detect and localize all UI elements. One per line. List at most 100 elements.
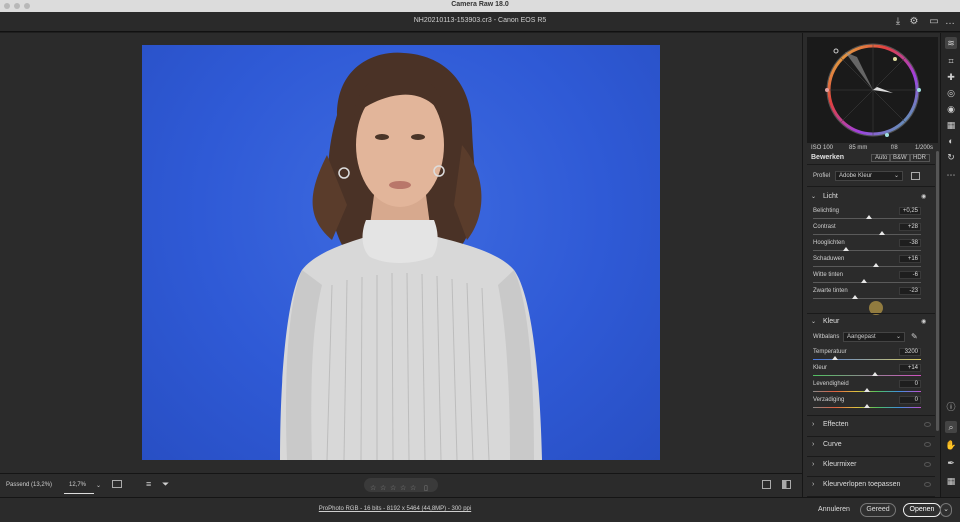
slider-thumb[interactable] (872, 263, 879, 267)
star-icon[interactable]: ☆ (400, 484, 406, 492)
slider-track[interactable] (813, 266, 921, 267)
collapsed-section[interactable]: › Kleurmixer (807, 457, 935, 475)
slider-value-field[interactable]: 3200 (899, 348, 921, 356)
chevron-right-icon[interactable]: › (812, 441, 814, 448)
tool-strip: ≋ ⌗ ✚ ◎ ◉ ▦ ◐ ↻ ⋯ ⓘ ⌕ ✋ ✒ ▦ (940, 33, 960, 497)
split-view-icon[interactable] (782, 480, 791, 489)
zoom-dropdown-icon[interactable]: ⌄ (96, 482, 101, 489)
edit-tool-icon[interactable]: ≋ (945, 37, 957, 49)
slider-thumb[interactable] (860, 279, 867, 283)
slider-thumb[interactable] (864, 404, 870, 408)
slider-value-field[interactable]: -6 (899, 271, 921, 279)
done-button[interactable]: Gereed (860, 503, 896, 517)
save-icon[interactable]: ⤓ (892, 16, 904, 28)
open-options-button[interactable]: ⌄ (940, 503, 952, 517)
eye-icon[interactable] (924, 442, 931, 447)
slider-thumb[interactable] (879, 231, 886, 235)
section-title[interactable]: Kleurverlopen toepassen (823, 481, 900, 488)
section-title[interactable]: Effecten (823, 421, 849, 428)
slider-label: Temperatuur (813, 349, 847, 355)
section-title[interactable]: Curve (823, 441, 842, 448)
slider-value-field[interactable]: +0,25 (899, 207, 921, 215)
chevron-down-icon: ⌄ (893, 173, 899, 179)
slider-thumb[interactable] (831, 356, 838, 360)
frame-icon[interactable] (112, 480, 122, 488)
history-icon[interactable]: ↻ (945, 151, 957, 163)
slider-track[interactable] (813, 359, 921, 360)
photo-preview[interactable] (142, 45, 660, 460)
slider-value-field[interactable]: +16 (899, 255, 921, 263)
light-section-title[interactable]: Licht (823, 193, 838, 200)
sort-icon[interactable]: ≡ (146, 479, 151, 489)
chevron-down-icon[interactable]: ⌄ (811, 318, 816, 325)
redeye-icon[interactable]: ◉ (945, 103, 957, 115)
presets-icon[interactable]: ▦ (945, 119, 957, 131)
eye-icon[interactable]: ◉ (921, 193, 926, 200)
grid-icon[interactable]: ▦ (945, 475, 957, 487)
slider-thumb[interactable] (852, 295, 859, 299)
slider-value-field[interactable]: -38 (899, 239, 921, 247)
slider-thumb[interactable] (843, 247, 850, 251)
wb-value: Aangepast (847, 334, 876, 340)
eye-icon[interactable] (924, 482, 931, 487)
star-icon[interactable]: ☆ (410, 484, 416, 492)
slider-track[interactable] (813, 298, 921, 299)
fullscreen-icon[interactable]: ▭ (928, 16, 940, 28)
profile-select[interactable]: Adobe Kleur ⌄ (835, 171, 903, 181)
slider-value-field[interactable]: 0 (899, 396, 921, 404)
mask-icon[interactable]: ◎ (945, 87, 957, 99)
star-icon[interactable]: ☆ (390, 484, 396, 492)
slider-track[interactable] (813, 282, 921, 283)
chevron-right-icon[interactable]: › (812, 421, 814, 428)
crop-icon[interactable]: ⌗ (945, 55, 957, 67)
image-canvas[interactable] (0, 33, 802, 473)
chevron-right-icon[interactable]: › (812, 481, 814, 488)
slider-value-field[interactable]: 0 (899, 380, 921, 388)
eye-icon[interactable] (924, 462, 931, 467)
more-icon[interactable]: ⋯ (945, 169, 957, 181)
cancel-button[interactable]: Annuleren (814, 503, 854, 517)
eye-icon[interactable] (924, 422, 931, 427)
bw-button[interactable]: B&W (889, 154, 911, 162)
collapsed-section[interactable]: › Curve (807, 437, 935, 455)
snapshots-icon[interactable]: ◐ (945, 135, 957, 147)
open-button[interactable]: Openen (903, 503, 941, 517)
section-title[interactable]: Kleurmixer (823, 461, 856, 468)
trash-icon[interactable]: ▯ (424, 484, 428, 492)
slider-thumb[interactable] (871, 372, 878, 376)
more-options-icon[interactable]: … (944, 16, 956, 28)
eyedropper-icon[interactable]: ✎ (911, 332, 918, 341)
slider-value-field[interactable]: +28 (899, 223, 921, 231)
color-sampler-icon[interactable]: ✒ (945, 457, 957, 469)
eye-icon[interactable]: ◉ (921, 318, 926, 325)
color-section-title[interactable]: Kleur (823, 318, 839, 325)
filter-icon[interactable]: ⏷ (162, 479, 169, 490)
slider-thumb[interactable] (864, 388, 870, 392)
slider-thumb[interactable] (866, 215, 873, 219)
fit-zoom-label[interactable]: Passend (13,2%) (6, 482, 52, 488)
star-icon[interactable]: ☆ (380, 484, 386, 492)
window-titlebar: Camera Raw 18.0 (0, 0, 960, 12)
slider-track[interactable] (813, 375, 921, 376)
info-icon[interactable]: ⓘ (945, 401, 957, 413)
panel-scrollbar[interactable] (936, 151, 939, 431)
slider-value-field[interactable]: -23 (899, 287, 921, 295)
profile-browser-icon[interactable] (911, 172, 920, 180)
chevron-right-icon[interactable]: › (812, 461, 814, 468)
healing-icon[interactable]: ✚ (945, 71, 957, 83)
collapsed-section[interactable]: › Effecten (807, 417, 935, 435)
slider-value-field[interactable]: +14 (899, 364, 921, 372)
slider-track[interactable] (813, 234, 921, 235)
slider-track[interactable] (813, 250, 921, 251)
hand-icon[interactable]: ✋ (945, 439, 957, 451)
compare-icon[interactable] (762, 480, 771, 489)
wb-select[interactable]: Aangepast ⌄ (843, 332, 905, 342)
zoom-value[interactable]: 12,7% (69, 482, 86, 488)
hdr-button[interactable]: HDR (909, 154, 930, 162)
chevron-down-icon[interactable]: ⌄ (811, 193, 816, 200)
workflow-info-link[interactable]: ProPhoto RGB - 16 bits - 8192 x 5464 (44… (0, 506, 790, 512)
star-icon[interactable]: ☆ (370, 484, 376, 492)
gear-icon[interactable]: ⚙ (908, 16, 920, 28)
collapsed-section[interactable]: › Kleurverlopen toepassen (807, 477, 935, 495)
zoom-tool-icon[interactable]: ⌕ (945, 421, 957, 433)
